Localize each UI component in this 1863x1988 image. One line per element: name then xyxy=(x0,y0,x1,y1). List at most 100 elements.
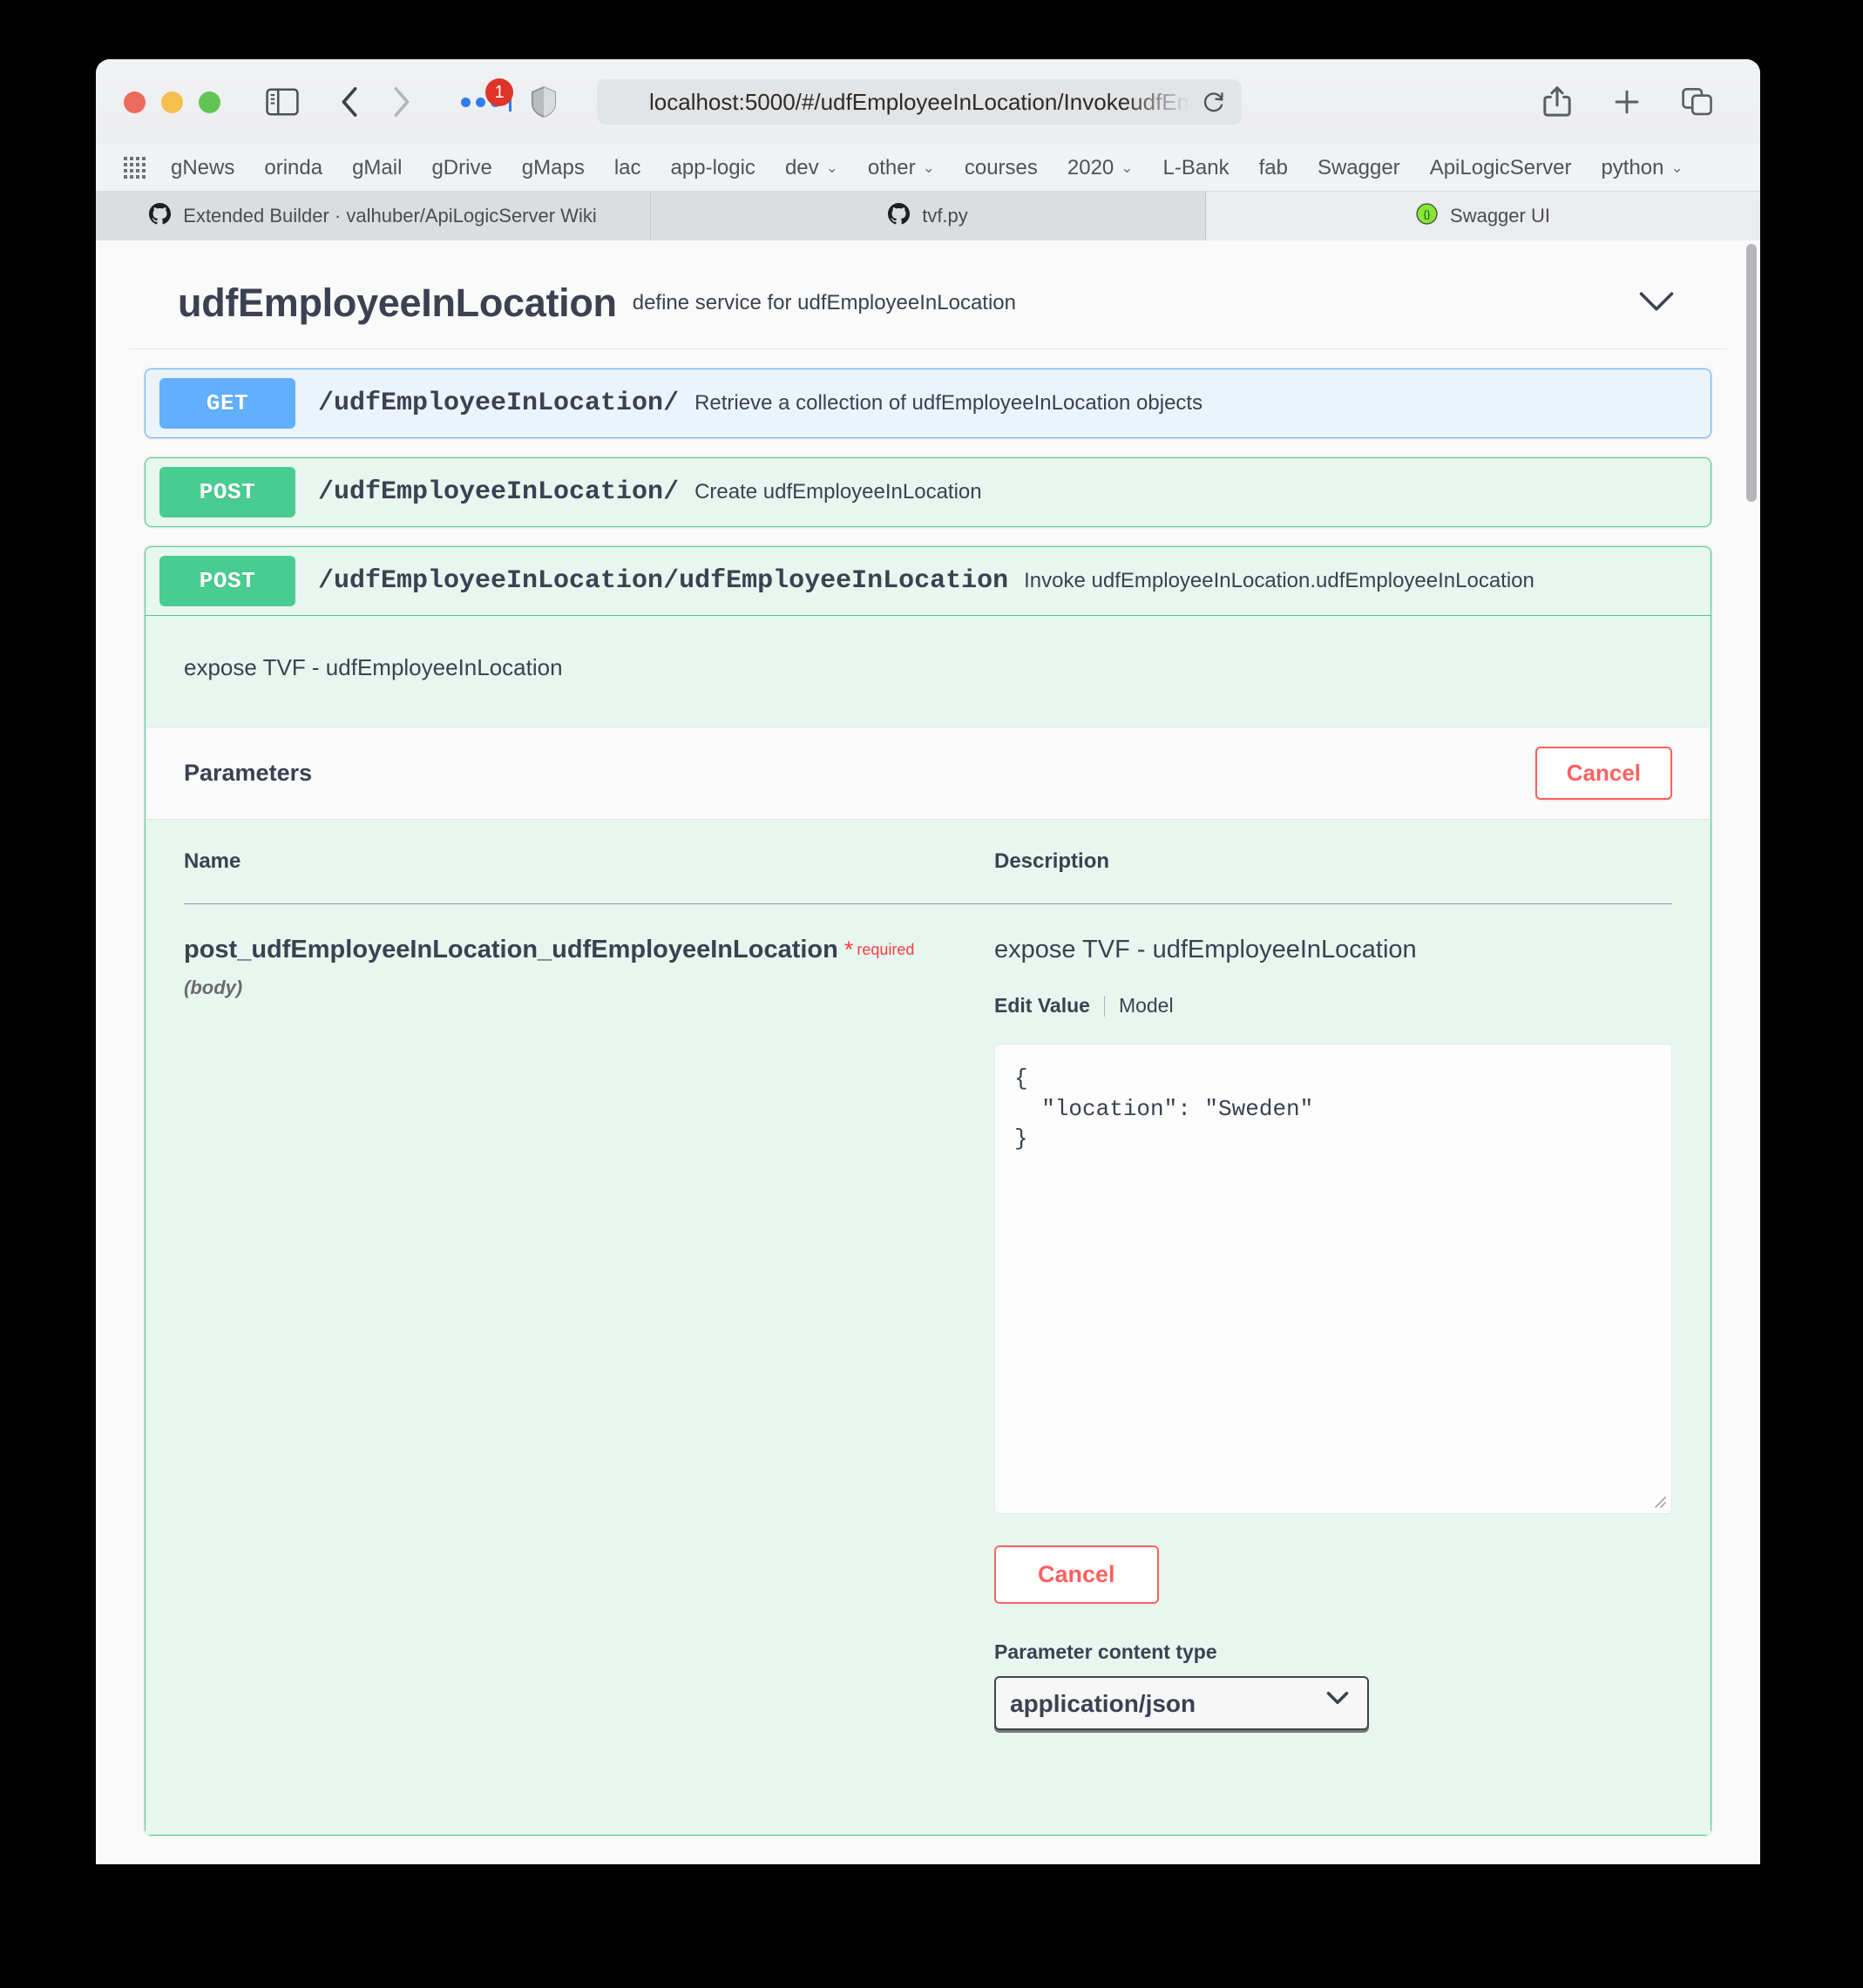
bookmark-label: gMail xyxy=(352,155,403,179)
tab-edit-value[interactable]: Edit Value xyxy=(994,994,1090,1018)
bookmark-gmaps[interactable]: gMaps xyxy=(507,156,600,180)
chevron-down-icon: ⌄ xyxy=(1670,159,1683,176)
browser-tab-title: tvf.py xyxy=(922,205,968,227)
bookmark-fab[interactable]: fab xyxy=(1244,156,1303,180)
browser-tab[interactable]: Extended Builder · valhuber/ApiLogicServ… xyxy=(96,192,651,240)
browser-tab-title: Swagger UI xyxy=(1450,205,1550,227)
parameters-header: Parameters Cancel xyxy=(146,727,1711,820)
bookmark-orinda[interactable]: orinda xyxy=(249,156,337,180)
page-viewport: udfEmployeeInLocation define service for… xyxy=(96,240,1760,1864)
column-header-description: Description xyxy=(994,849,1672,904)
request-body-textarea[interactable] xyxy=(994,1044,1672,1514)
bookmark-swagger[interactable]: Swagger xyxy=(1303,156,1415,180)
svg-text:{}: {} xyxy=(1424,209,1431,220)
tab-strip: Extended Builder · valhuber/ApiLogicServ… xyxy=(96,192,1760,240)
browser-toolbar: 1 localhost:5000/#/udfEmployeeInLocation… xyxy=(96,59,1760,145)
content-type-select[interactable]: application/json xyxy=(994,1676,1369,1730)
required-star: * xyxy=(843,937,854,963)
operation-summary[interactable]: GET /udfEmployeeInLocation/ Retrieve a c… xyxy=(146,369,1711,437)
operation-post-invoke[interactable]: POST /udfEmployeeInLocation/udfEmployeeI… xyxy=(145,546,1711,1836)
bookmark-l-bank[interactable]: L-Bank xyxy=(1148,156,1244,180)
toolbar-right-actions xyxy=(1542,85,1713,118)
operation-summary[interactable]: POST /udfEmployeeInLocation/udfEmployeeI… xyxy=(146,547,1711,616)
operation-summary[interactable]: POST /udfEmployeeInLocation/ Create udfE… xyxy=(146,458,1711,526)
operation-summary-text: Create udfEmployeeInLocation xyxy=(694,480,982,504)
operation-summary-text: Retrieve a collection of udfEmployeeInLo… xyxy=(694,391,1203,415)
tag-title: udfEmployeeInLocation xyxy=(178,281,617,325)
bookmark-dev[interactable]: dev ⌄ xyxy=(770,156,853,180)
operation-body: expose TVF - udfEmployeeInLocation Param… xyxy=(146,616,1711,1835)
browser-window: 1 localhost:5000/#/udfEmployeeInLocation… xyxy=(96,59,1760,1864)
bookmark-label: L-Bank xyxy=(1162,155,1230,179)
bookmark-label: gNews xyxy=(171,155,235,179)
browser-tab[interactable]: {} Swagger UI xyxy=(1206,192,1760,240)
operation-post-create[interactable]: POST /udfEmployeeInLocation/ Create udfE… xyxy=(145,457,1711,527)
parameter-description-cell: expose TVF - udfEmployeeInLocation Edit … xyxy=(994,904,1672,1835)
extension-badge-count: 1 xyxy=(485,78,513,106)
parameter-location: (body) xyxy=(184,977,243,998)
tab-model[interactable]: Model xyxy=(1119,994,1174,1018)
parameters-description-column: Description expose TVF - udfEmployeeInLo… xyxy=(994,849,1672,1835)
bookmark-label: orinda xyxy=(264,155,323,179)
content-type-select-wrapper: application/json xyxy=(994,1664,1369,1730)
bookmark-gdrive[interactable]: gDrive xyxy=(417,156,506,180)
http-method-badge: GET xyxy=(159,378,295,429)
sidebar-toggle-icon[interactable] xyxy=(266,88,299,116)
edit-model-tabs: Edit Value Model xyxy=(994,994,1672,1018)
operation-summary-text: Invoke udfEmployeeInLocation.udfEmployee… xyxy=(1024,569,1534,592)
bookmark-courses[interactable]: courses xyxy=(950,156,1053,180)
content-type-label: Parameter content type xyxy=(994,1640,1217,1663)
new-tab-icon[interactable] xyxy=(1612,87,1642,117)
chevron-down-icon: ⌄ xyxy=(922,159,935,176)
bookmark-app-logic[interactable]: app-logic xyxy=(656,156,770,180)
github-icon xyxy=(888,202,911,230)
cancel-button-body[interactable]: Cancel xyxy=(994,1545,1159,1604)
close-window-button[interactable] xyxy=(124,91,146,113)
parameters-name-column: Name post_udfEmployeeInLocation_udfEmplo… xyxy=(184,849,994,1835)
bookmark-apilogicserver[interactable]: ApiLogicServer xyxy=(1415,156,1587,180)
bookmark-gnews[interactable]: gNews xyxy=(156,156,249,180)
bookmark-other[interactable]: other ⌄ xyxy=(853,156,950,180)
cancel-button-top[interactable]: Cancel xyxy=(1534,747,1672,800)
extensions-icon[interactable]: 1 xyxy=(461,78,513,112)
maximize-window-button[interactable] xyxy=(199,91,220,113)
swagger-ui: udfEmployeeInLocation define service for… xyxy=(96,240,1760,1836)
bookmarks-bar: gNews orinda gMail gDrive gMaps lac app-logic d… xyxy=(96,145,1760,192)
tag-description: define service for udfEmployeeInLocation xyxy=(632,291,1016,314)
chevron-down-icon: ⌄ xyxy=(1121,159,1134,176)
reload-icon[interactable] xyxy=(1202,90,1226,120)
operation-get-collection[interactable]: GET /udfEmployeeInLocation/ Retrieve a c… xyxy=(145,369,1711,438)
github-icon xyxy=(149,202,172,230)
url-text: localhost:5000/#/udfEmployeeInLocation/I… xyxy=(649,88,1189,115)
vertical-scrollbar[interactable] xyxy=(1746,244,1757,502)
bookmark-label: python xyxy=(1601,155,1664,179)
chevron-down-icon[interactable] xyxy=(1638,290,1675,317)
share-icon[interactable] xyxy=(1542,85,1572,118)
parameter-description: expose TVF - udfEmployeeInLocation xyxy=(994,936,1417,964)
bookmark-label: 2020 xyxy=(1067,155,1114,179)
browser-tab[interactable]: tvf.py xyxy=(651,192,1206,240)
apps-grid-icon[interactable] xyxy=(124,157,146,179)
operation-path: /udfEmployeeInLocation/udfEmployeeInLoca… xyxy=(318,566,1009,596)
privacy-shield-icon[interactable] xyxy=(531,85,557,118)
bookmark-gmail[interactable]: gMail xyxy=(337,156,417,180)
minimize-window-button[interactable] xyxy=(161,91,183,113)
parameter-name: post_udfEmployeeInLocation_udfEmployeeIn… xyxy=(184,936,838,964)
tag-header[interactable]: udfEmployeeInLocation define service for… xyxy=(129,240,1727,349)
bookmark-label: gMaps xyxy=(521,155,585,179)
tab-overview-icon[interactable] xyxy=(1682,87,1713,117)
operation-description: expose TVF - udfEmployeeInLocation xyxy=(184,654,563,680)
parameters-title: Parameters xyxy=(184,760,313,786)
bookmark-lac[interactable]: lac xyxy=(600,156,656,180)
address-bar[interactable]: localhost:5000/#/udfEmployeeInLocation/I… xyxy=(597,79,1242,125)
swagger-icon: {} xyxy=(1416,202,1438,230)
bookmark-python[interactable]: python ⌄ xyxy=(1586,156,1697,180)
back-icon[interactable] xyxy=(339,85,362,118)
window-controls xyxy=(124,91,220,113)
request-body-editor-wrapper xyxy=(994,1044,1672,1514)
http-method-badge: POST xyxy=(159,556,295,606)
forward-icon[interactable] xyxy=(390,85,412,118)
bookmark-2020[interactable]: 2020 ⌄ xyxy=(1053,156,1148,180)
bookmark-label: lac xyxy=(613,155,641,179)
browser-tab-title: Extended Builder · valhuber/ApiLogicServ… xyxy=(183,205,597,227)
